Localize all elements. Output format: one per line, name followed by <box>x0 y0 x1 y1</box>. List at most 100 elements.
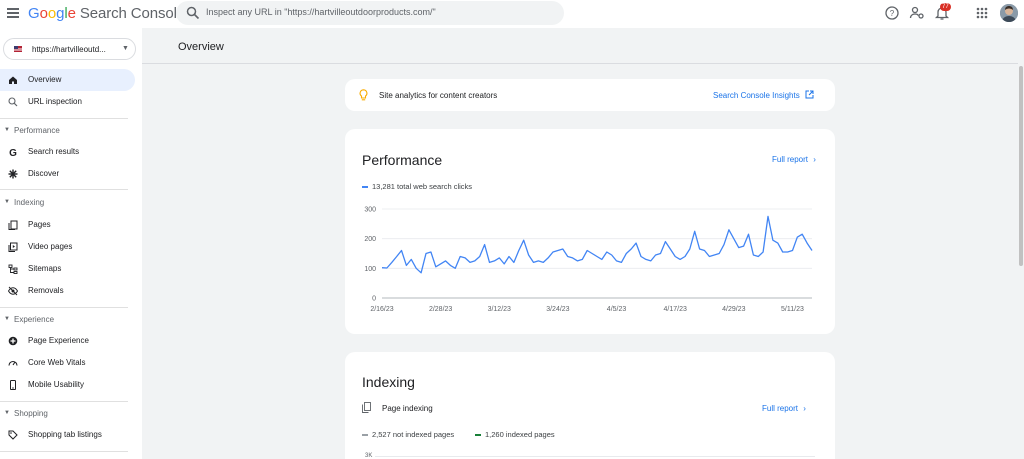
sidebar-item-search-results[interactable]: G Search results <box>0 141 135 163</box>
logo-product-name: Search Console <box>79 5 186 22</box>
eye-off-icon <box>8 286 18 296</box>
main-menu-icon[interactable] <box>5 6 21 20</box>
indexing-title: Indexing <box>362 374 415 390</box>
scrollbar-thumb[interactable] <box>1019 66 1023 266</box>
indexing-card: Indexing Page indexing Full report › 2,5… <box>345 352 835 459</box>
account-avatar[interactable] <box>1000 4 1018 22</box>
indexing-legend-not-indexed: 2,527 not indexed pages <box>362 430 454 439</box>
performance-card: Performance Full report › 13,281 total w… <box>345 129 835 334</box>
apps-grid-icon[interactable] <box>974 5 990 21</box>
search-console-insights-link[interactable]: Search Console Insights <box>713 91 800 100</box>
sidebar-item-page-experience[interactable]: Page Experience <box>0 330 135 352</box>
section-label: Performance <box>14 126 60 135</box>
property-selector[interactable]: https://hartvilleoutd... ▼ <box>3 38 136 60</box>
property-url: https://hartvilleoutd... <box>32 45 106 54</box>
sidebar-item-label: Page Experience <box>28 336 89 345</box>
section-experience[interactable]: ▼ Experience <box>0 312 135 328</box>
section-indexing[interactable]: ▼ Indexing <box>0 195 135 211</box>
speedometer-icon <box>8 360 18 366</box>
sidebar-item-label: Sitemaps <box>28 264 62 273</box>
x-tick-label: 3/24/23 <box>546 306 569 313</box>
legend-label: 1,260 indexed pages <box>485 430 555 439</box>
logo-letter: o <box>39 5 48 22</box>
section-label: Experience <box>14 315 55 324</box>
section-shopping[interactable]: ▼ Shopping <box>0 406 135 422</box>
chevron-right-icon: › <box>803 404 806 413</box>
discover-asterisk-icon <box>8 169 18 179</box>
search-icon <box>8 97 18 107</box>
home-icon <box>9 76 17 84</box>
logo-letter: G <box>28 5 40 22</box>
lightbulb-icon <box>359 89 368 101</box>
sidebar-divider <box>0 401 128 402</box>
sidebar-item-shopping-tab-listings[interactable]: Shopping tab listings <box>0 424 135 446</box>
section-performance[interactable]: ▼ Performance <box>0 123 135 139</box>
sidebar-divider <box>0 118 128 119</box>
settings-users-icon[interactable] <box>909 5 925 21</box>
sidebar-item-label: Shopping tab listings <box>28 430 102 439</box>
sidebar-item-url-inspection[interactable]: URL inspection <box>0 91 135 113</box>
y-tick-label: 200 <box>364 236 376 243</box>
sidebar-item-removals[interactable]: Removals <box>0 280 135 302</box>
logo-letter: e <box>67 5 76 22</box>
search-console-logo[interactable]: Google Search Console <box>28 5 185 22</box>
indexing-full-report-link[interactable]: Full report › <box>762 404 806 413</box>
sidebar-divider <box>0 307 128 308</box>
url-inspection-search[interactable]: Inspect any URL in "https://hartvilleout… <box>176 1 564 25</box>
sidebar-item-core-web-vitals[interactable]: Core Web Vitals <box>0 352 135 374</box>
sidebar-item-video-pages[interactable]: Video pages <box>0 236 135 258</box>
page-indexing-icon <box>362 402 371 413</box>
sidebar-item-sitemaps[interactable]: Sitemaps <box>0 258 135 280</box>
x-tick-label: 4/17/23 <box>664 306 687 313</box>
clicks-series-line[interactable] <box>381 215 813 274</box>
search-icon <box>186 6 200 20</box>
collapse-arrow-icon: ▼ <box>4 199 10 205</box>
sidebar-divider <box>0 189 128 190</box>
collapse-arrow-icon: ▼ <box>4 410 10 416</box>
avatar-image <box>1000 4 1018 22</box>
sidebar-item-discover[interactable]: Discover <box>0 163 135 185</box>
sidebar-item-mobile-usability[interactable]: Mobile Usability <box>0 374 135 396</box>
search-input[interactable]: Inspect any URL in "https://hartvilleout… <box>206 7 436 17</box>
help-icon[interactable]: ? <box>884 5 900 21</box>
legend-swatch <box>362 434 368 437</box>
legend-label: 2,527 not indexed pages <box>372 430 455 439</box>
full-report-label: Full report <box>762 404 799 413</box>
sidebar-item-pages[interactable]: Pages <box>0 214 135 236</box>
indexing-y-tick-label: 3K <box>365 453 373 459</box>
x-tick-label: 3/12/23 <box>488 306 511 313</box>
header-divider <box>142 63 1018 64</box>
insights-description: Site analytics for content creators <box>379 91 498 100</box>
indexing-legend-indexed: 1,260 indexed pages <box>475 430 555 439</box>
x-tick-label: 5/11/23 <box>781 306 804 313</box>
x-tick-label: 4/5/23 <box>607 306 627 313</box>
google-g-icon: G <box>9 148 17 157</box>
us-flag-icon <box>14 46 22 52</box>
insights-card: Site analytics for content creators Sear… <box>345 79 835 111</box>
section-label: Indexing <box>14 198 45 207</box>
open-in-new-icon[interactable] <box>805 90 814 99</box>
sidebar-item-label: Removals <box>28 286 64 295</box>
x-tick-label: 2/28/23 <box>429 306 452 313</box>
page-indexing-label: Page indexing <box>382 404 433 413</box>
sidebar-item-label: Pages <box>28 220 51 229</box>
sidebar-item-label: Mobile Usability <box>28 380 85 389</box>
section-label: Shopping <box>14 409 48 418</box>
sitemap-icon <box>8 264 18 274</box>
svg-text:?: ? <box>890 9 895 18</box>
logo-letter: o <box>47 5 57 22</box>
page-title: Overview <box>178 41 224 53</box>
sidebar-item-overview[interactable]: Overview <box>0 69 135 91</box>
top-bar: Google Search Console Inspect any URL in … <box>0 0 1024 28</box>
page-scrollbar[interactable] <box>1018 28 1024 459</box>
y-tick-label: 0 <box>372 296 376 303</box>
x-tick-label: 2/16/23 <box>370 306 393 313</box>
sidebar-divider <box>0 451 128 452</box>
notification-badge: 77 <box>940 3 951 11</box>
collapse-arrow-icon: ▼ <box>4 127 10 133</box>
sidebar-item-label: Core Web Vitals <box>28 358 86 367</box>
video-pages-icon <box>8 242 18 252</box>
performance-chart: 0 100 200 300 2/16/23 2/28/23 3/12/23 3/24/23 4/… <box>364 207 813 313</box>
dropdown-arrow-icon: ▼ <box>122 45 129 52</box>
x-tick-label: 4/29/23 <box>722 306 745 313</box>
